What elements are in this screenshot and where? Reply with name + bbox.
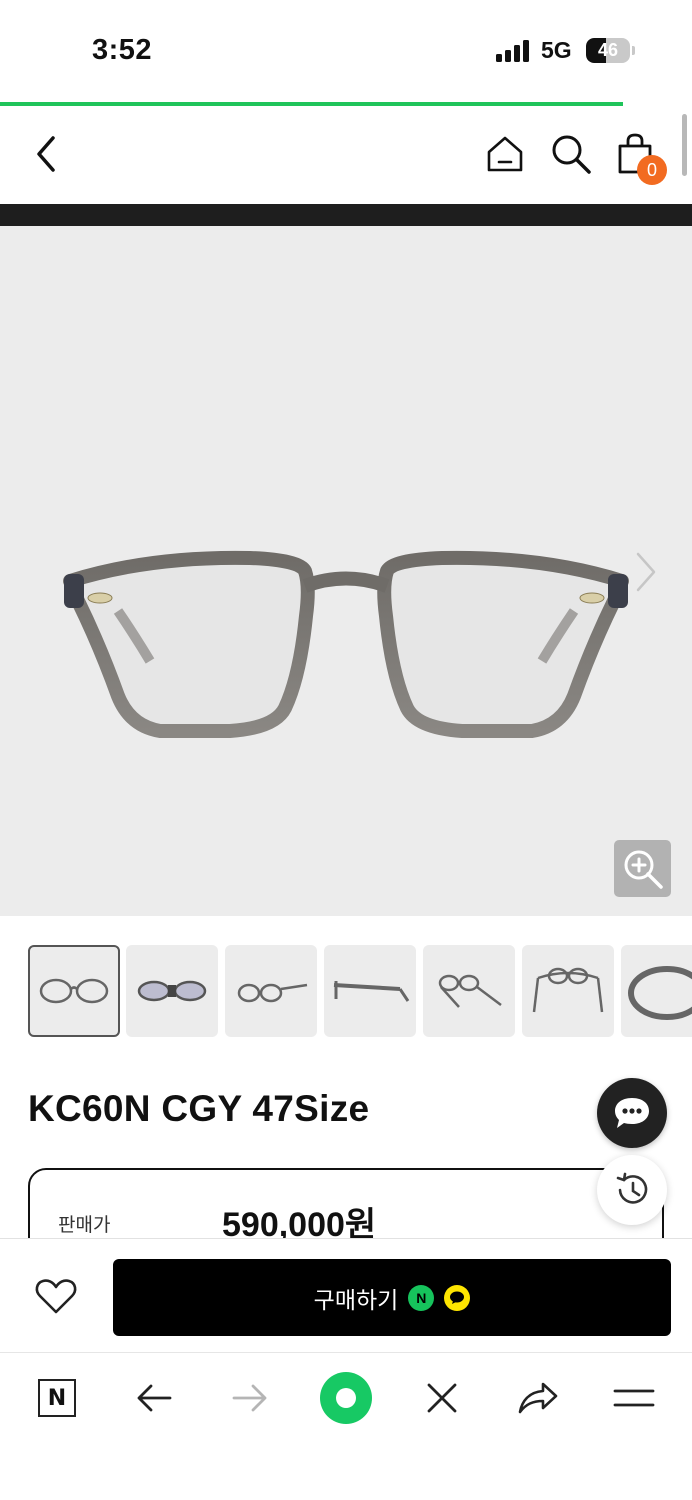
naver-pay-icon: N bbox=[408, 1284, 435, 1311]
app-header bbox=[0, 106, 692, 204]
home-icon bbox=[487, 136, 523, 172]
naver-icon: N bbox=[38, 1379, 76, 1417]
kakao-pay-icon bbox=[444, 1284, 471, 1311]
search-icon bbox=[552, 135, 591, 174]
close-icon bbox=[427, 1383, 457, 1413]
chevron-left-icon bbox=[37, 136, 55, 172]
chat-bubble-icon bbox=[615, 1098, 649, 1128]
wishlist-button[interactable] bbox=[30, 1272, 82, 1320]
battery-icon: 46 bbox=[586, 38, 630, 63]
chevron-right-icon bbox=[636, 552, 656, 592]
glasses-side-angle-thumb bbox=[237, 983, 308, 1003]
home-button[interactable] bbox=[479, 128, 531, 180]
battery-level: 46 bbox=[597, 40, 619, 60]
history-icon bbox=[616, 1172, 648, 1204]
status-bar: 3:52 5G 46 bbox=[0, 0, 692, 100]
thumbnail-item[interactable] bbox=[28, 945, 120, 1037]
banner-strip bbox=[0, 204, 692, 226]
thumbnail-item[interactable] bbox=[522, 945, 614, 1037]
thumbnail-strip[interactable] bbox=[28, 945, 692, 1039]
zoom-in-icon bbox=[624, 850, 663, 889]
thumbnail-item[interactable] bbox=[324, 945, 416, 1037]
glasses-back-thumb bbox=[532, 967, 604, 1013]
browser-forward-button[interactable] bbox=[222, 1370, 278, 1426]
buy-button[interactable]: 구매하기 N bbox=[113, 1259, 671, 1336]
hamburger-menu-icon bbox=[613, 1389, 655, 1407]
cart-count-badge: 0 bbox=[637, 155, 667, 185]
menu-button[interactable] bbox=[606, 1370, 662, 1426]
back-button[interactable] bbox=[20, 128, 72, 180]
glasses-top-thumb bbox=[438, 974, 502, 1008]
green-dot-button[interactable] bbox=[318, 1370, 374, 1426]
share-arrow-icon bbox=[518, 1382, 558, 1414]
product-title: KC60N CGY 47Size bbox=[28, 1088, 370, 1129]
status-time: 3:52 bbox=[92, 34, 153, 66]
glasses-side-thumb bbox=[333, 981, 410, 1002]
naver-button[interactable]: N bbox=[29, 1370, 85, 1426]
scrollbar[interactable] bbox=[682, 114, 687, 176]
battery-nub bbox=[632, 46, 635, 55]
zoom-button[interactable] bbox=[614, 840, 671, 897]
thumbnail-item[interactable] bbox=[225, 945, 317, 1037]
thumbnail-item[interactable] bbox=[126, 945, 218, 1037]
history-button[interactable] bbox=[597, 1155, 667, 1225]
heart-icon bbox=[35, 1279, 77, 1314]
product-main-image[interactable] bbox=[0, 226, 692, 916]
buy-button-label: 구매하기 bbox=[313, 1286, 399, 1313]
eyeglasses-image bbox=[63, 550, 629, 738]
glasses-closeup-thumb bbox=[628, 966, 692, 1020]
thumbnail-item[interactable] bbox=[423, 945, 515, 1037]
thumbnail-item[interactable] bbox=[621, 945, 692, 1037]
search-button[interactable] bbox=[545, 128, 597, 180]
arrow-left-icon bbox=[137, 1384, 172, 1412]
price-label: 판매가 bbox=[58, 1215, 111, 1236]
glasses-front-thumb bbox=[39, 978, 109, 1004]
signal-icon bbox=[496, 40, 532, 62]
glasses-angle-thumb bbox=[137, 980, 207, 1002]
green-dot-icon bbox=[320, 1372, 372, 1424]
network-label: 5G bbox=[541, 37, 572, 63]
image-next-button[interactable] bbox=[630, 548, 662, 596]
close-button[interactable] bbox=[414, 1370, 470, 1426]
arrow-right-icon bbox=[232, 1384, 267, 1412]
browser-back-button[interactable] bbox=[126, 1370, 182, 1426]
share-button[interactable] bbox=[510, 1370, 566, 1426]
chat-button[interactable] bbox=[597, 1078, 667, 1148]
